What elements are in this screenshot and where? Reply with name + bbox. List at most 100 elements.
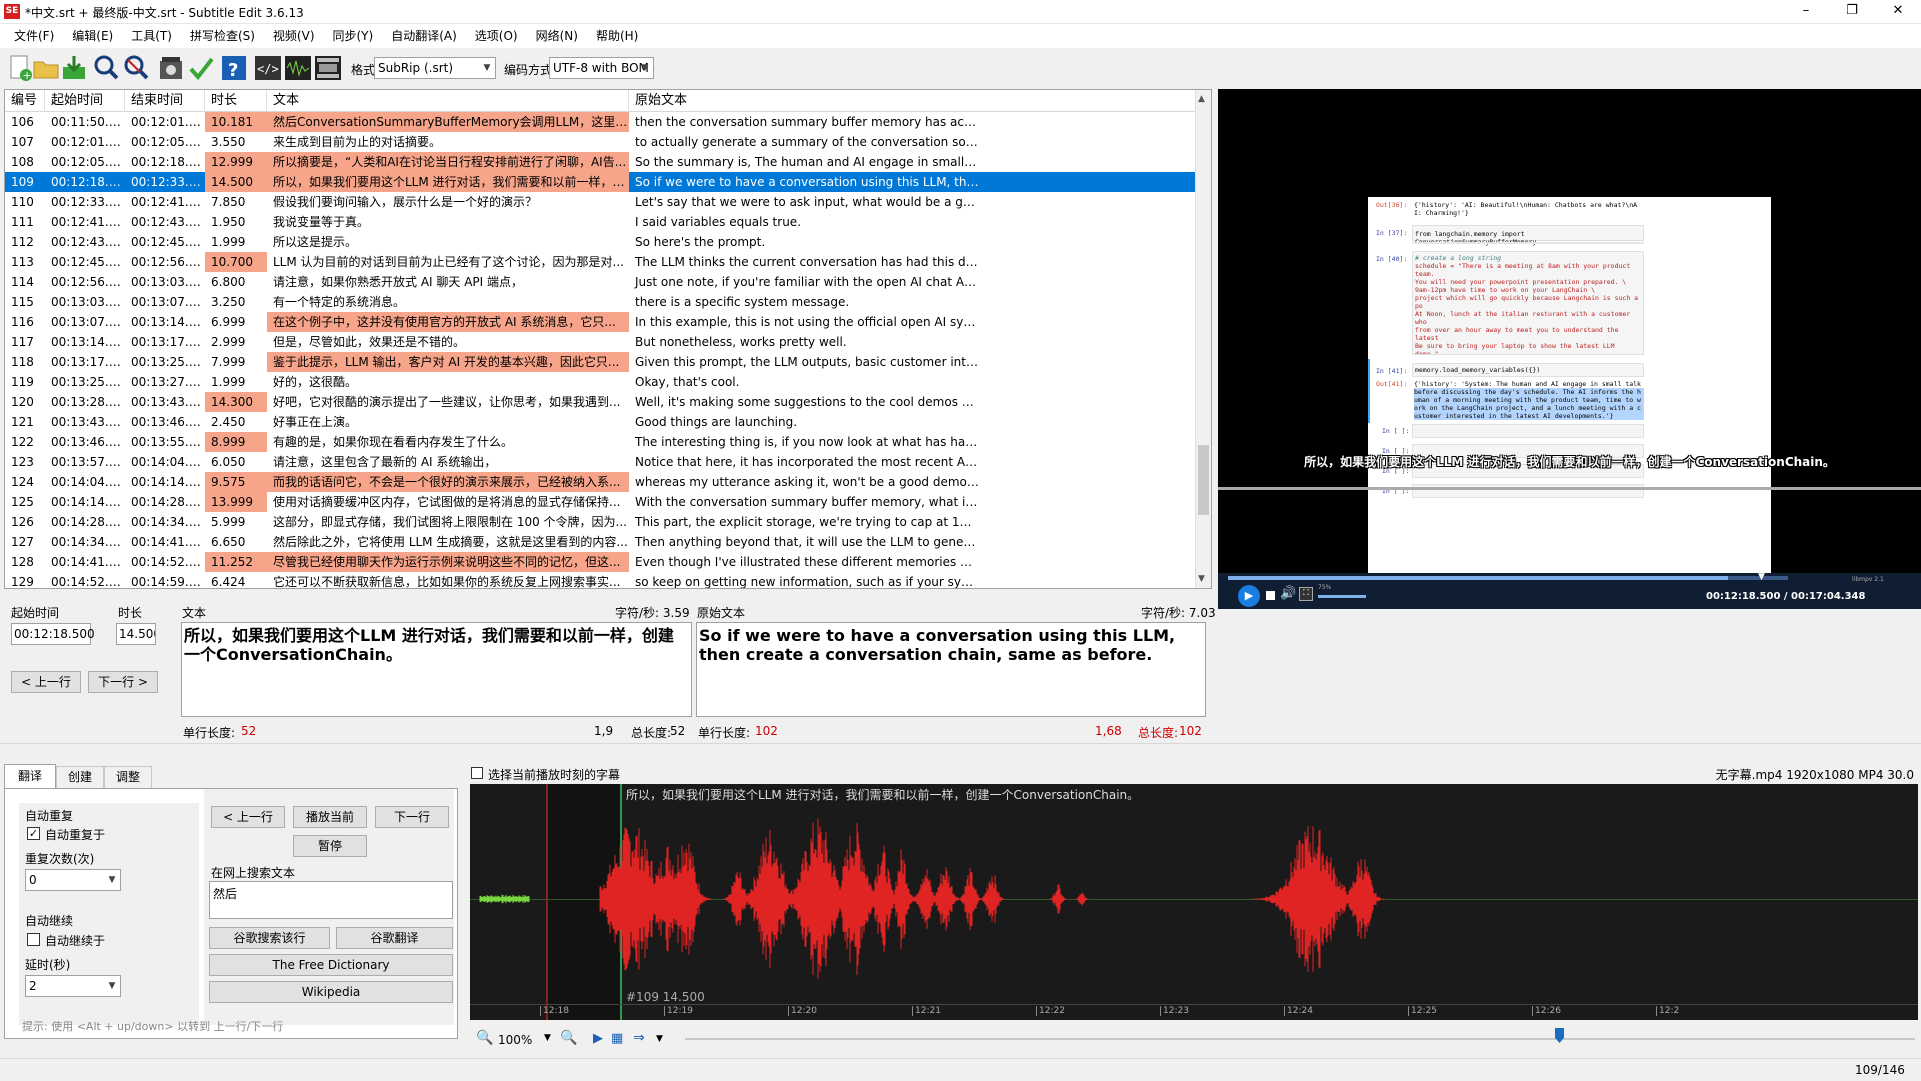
scroll-up-icon[interactable]: ▲ (1198, 94, 1205, 104)
table-row[interactable]: 115 00:13:03.750 00:13:07.000 3.250 有一个特定的系统… (5, 292, 1195, 312)
format-select[interactable]: SubRip (.srt) ▼ (374, 57, 496, 79)
table-row[interactable]: 106 00:11:50.900 00:12:01.081 10.181 然后Conve… (5, 112, 1195, 132)
zoom-out-icon[interactable]: 🔍 (476, 1030, 493, 1046)
table-row[interactable]: 109 00:12:18.500 00:12:33.000 14.500 所以，如果我们… (5, 172, 1195, 192)
col-original[interactable]: 原始文本 (629, 90, 979, 112)
grid-scrollbar[interactable]: ▲ ▼ (1195, 90, 1211, 588)
col-duration[interactable]: 时长 (205, 90, 267, 112)
google-translate-button[interactable]: 谷歌翻译 (336, 927, 453, 949)
video-icon[interactable] (312, 52, 344, 84)
help-icon[interactable]: ? (218, 52, 250, 84)
table-row[interactable]: 123 00:13:57.950 00:14:04.000 6.050 请注意，这里包含… (5, 452, 1195, 472)
menu-file[interactable]: 文件(F) (5, 24, 63, 47)
options-dropdown-icon[interactable]: ▼ (656, 1034, 663, 1044)
waveform[interactable]: 所以，如果我们要用这个LLM 进行对话，我们需要和以前一样，创建一个Conver… (470, 784, 1918, 1020)
table-row[interactable]: 121 00:13:43.550 00:13:46.000 2.450 好事正在上演。 G… (5, 412, 1195, 432)
replace-icon[interactable] (120, 52, 152, 84)
menu-video[interactable]: 视频(V) (264, 24, 324, 47)
spellcheck-icon[interactable] (185, 52, 217, 84)
table-row[interactable]: 107 00:12:01.450 00:12:05.000 3.550 来生成到目前为止… (5, 132, 1195, 152)
col-number[interactable]: 编号 (5, 90, 45, 112)
zoom-dropdown-icon[interactable]: ▼ (544, 1033, 551, 1043)
zoom-value[interactable]: 100% (498, 1033, 532, 1047)
table-row[interactable]: 124 00:14:04.425 00:14:14.000 9.575 而我的话语问它，… (5, 472, 1195, 492)
video-player[interactable]: Out[36]: {'history': 'AI: Beautiful!\nHu… (1218, 89, 1921, 609)
next-line-button[interactable]: 下一行 > (88, 671, 158, 693)
zoom-in-icon[interactable]: 🔍 (560, 1030, 577, 1046)
forward-icon[interactable]: ⇒ (633, 1030, 645, 1046)
find-icon[interactable] (90, 52, 122, 84)
free-dictionary-button[interactable]: The Free Dictionary (209, 954, 453, 976)
pause-button[interactable]: 暂停 (293, 835, 367, 857)
fullscreen-icon[interactable]: ⛶ (1299, 587, 1313, 601)
menu-sync[interactable]: 同步(Y) (324, 24, 383, 47)
scroll-thumb[interactable] (1198, 445, 1209, 515)
table-row[interactable]: 119 00:13:25.001 00:13:27.000 1.999 好的，这很酷。 O… (5, 372, 1195, 392)
subtitle-grid[interactable]: 编号 起始时间 结束时间 时长 文本 原始文本 106 00:11:50.900 0… (4, 89, 1212, 589)
table-row[interactable]: 128 00:14:41.300 00:14:52.552 11.252 尽管我已经使用… (5, 552, 1195, 572)
table-row[interactable]: 118 00:13:17.001 00:13:25.000 7.999 鉴于此提示，LL… (5, 352, 1195, 372)
duration-input[interactable]: 14.500 (116, 623, 156, 645)
save-icon[interactable] (58, 52, 90, 84)
table-row[interactable]: 122 00:13:46.001 00:13:55.000 8.999 有趣的是，如果你… (5, 432, 1195, 452)
table-row[interactable]: 114 00:12:56.200 00:13:03.000 6.800 请注意，如果你熟… (5, 272, 1195, 292)
table-row[interactable]: 110 00:12:33.150 00:12:41.000 7.850 假设我们要询问输… (5, 192, 1195, 212)
start-time-input[interactable]: 00:12:18.500 (11, 623, 95, 645)
table-row[interactable]: 120 00:13:28.700 00:13:43.000 14.300 好吧，它对很酷… (5, 392, 1195, 412)
visual-sync-icon[interactable] (155, 52, 187, 84)
seek-handle-icon[interactable]: ▼ (1758, 572, 1765, 582)
play-icon[interactable]: ▶ (1238, 585, 1260, 607)
col-end[interactable]: 结束时间 (125, 90, 205, 112)
source-view-icon[interactable]: </> (252, 52, 284, 84)
auto-continue-checkbox[interactable] (27, 933, 40, 946)
maximize-button[interactable]: ❐ (1829, 0, 1875, 24)
tab-adjust[interactable]: 调整 (104, 766, 152, 788)
menu-options[interactable]: 选项(O) (466, 24, 527, 47)
position-slider[interactable] (685, 1038, 1915, 1040)
waveform-icon[interactable] (282, 52, 314, 84)
menu-edit[interactable]: 编辑(E) (63, 24, 122, 47)
stop-icon[interactable] (1266, 591, 1275, 600)
table-row[interactable]: 112 00:12:43.001 00:12:45.000 1.999 所以这是提示。 S… (5, 232, 1195, 252)
col-start[interactable]: 起始时间 (45, 90, 125, 112)
table-row[interactable]: 126 00:14:28.001 00:14:34.000 5.999 这部分，即显式存… (5, 512, 1195, 532)
table-row[interactable]: 117 00:13:14.001 00:13:17.000 2.999 但是，尽管如此，… (5, 332, 1195, 352)
scroll-down-icon[interactable]: ▼ (1198, 574, 1205, 584)
menu-tools[interactable]: 工具(T) (122, 24, 181, 47)
delay-select[interactable]: 2 ▼ (25, 975, 121, 997)
col-text[interactable]: 文本 (267, 90, 629, 112)
prev-button[interactable]: < 上一行 (211, 806, 285, 828)
menu-autotranslate[interactable]: 自动翻译(A) (382, 24, 466, 47)
repeat-count-select[interactable]: 0 ▼ (25, 869, 121, 891)
encoding-select[interactable]: UTF-8 with BOM ▼ (549, 57, 654, 79)
position-slider-thumb[interactable] (1555, 1028, 1564, 1043)
table-row[interactable]: 129 00:14:52.576 00:14:59.000 6.424 它还可以不断获取… (5, 572, 1195, 588)
table-row[interactable]: 113 00:12:45.300 00:12:56.000 10.700 LLM 认为目… (5, 252, 1195, 272)
menu-spellcheck[interactable]: 拼写检查(S) (181, 24, 264, 47)
table-icon[interactable]: ▦ (611, 1031, 623, 1046)
select-current-checkbox[interactable] (471, 767, 483, 779)
table-row[interactable]: 116 00:13:07.001 00:13:14.000 6.999 在这个例子中，这… (5, 312, 1195, 332)
table-row[interactable]: 111 00:12:41.050 00:12:43.000 1.950 我说变量等于真。… (5, 212, 1195, 232)
original-editor[interactable]: So if we were to have a conversation usi… (696, 622, 1206, 717)
auto-repeat-checkbox[interactable]: ✓ (27, 827, 40, 840)
play-current-button[interactable]: 播放当前 (293, 806, 367, 828)
web-search-input[interactable]: 然后 (209, 881, 453, 919)
tab-create[interactable]: 创建 (56, 766, 104, 788)
volume-icon[interactable]: 🔊 (1280, 586, 1296, 601)
prev-line-button[interactable]: < 上一行 (11, 671, 81, 693)
tab-translate[interactable]: 翻译 (4, 764, 56, 788)
wikipedia-button[interactable]: Wikipedia (209, 981, 453, 1003)
menu-network[interactable]: 网络(N) (527, 24, 587, 47)
google-it-button[interactable]: 谷歌搜索该行 (209, 927, 330, 949)
table-row[interactable]: 127 00:14:34.350 00:14:41.000 6.650 然后除此之外，它… (5, 532, 1195, 552)
table-row[interactable]: 108 00:12:05.001 00:12:18.000 12.999 所以摘要是，“… (5, 152, 1195, 172)
table-row[interactable]: 125 00:14:14.001 00:14:28.000 13.999 使用对话摘要缓… (5, 492, 1195, 512)
splitter[interactable] (0, 743, 1921, 744)
play-wave-icon[interactable]: ▶ (593, 1031, 603, 1046)
menu-help[interactable]: 帮助(H) (587, 24, 647, 47)
volume-slider[interactable] (1318, 595, 1366, 598)
minimize-button[interactable]: – (1783, 0, 1829, 24)
close-button[interactable]: ✕ (1875, 0, 1921, 24)
next-button[interactable]: 下一行 (375, 806, 449, 828)
